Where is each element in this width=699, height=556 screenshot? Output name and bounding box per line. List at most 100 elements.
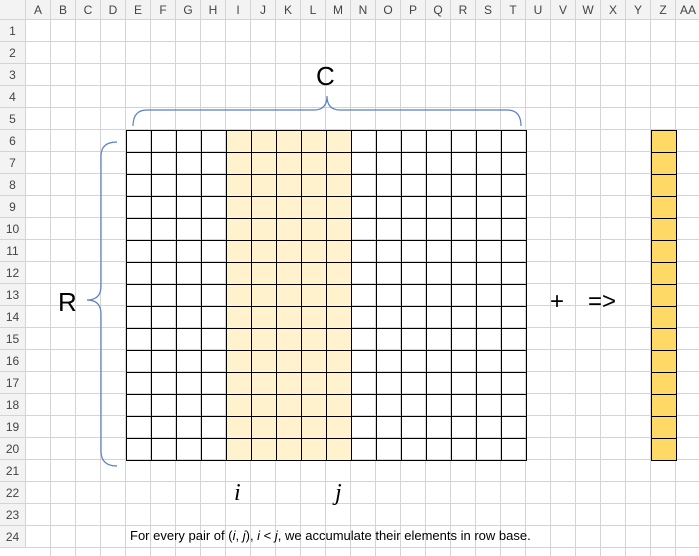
matrix-cell[interactable] xyxy=(251,130,277,153)
matrix-cell[interactable] xyxy=(401,130,427,153)
matrix-cell[interactable] xyxy=(476,328,502,351)
matrix-cell[interactable] xyxy=(376,174,402,197)
matrix-cell[interactable] xyxy=(376,218,402,241)
matrix-cell[interactable] xyxy=(151,438,177,461)
matrix-cell[interactable] xyxy=(351,306,377,329)
matrix-cell[interactable] xyxy=(376,416,402,439)
matrix-cell[interactable] xyxy=(251,240,277,263)
matrix-cell[interactable] xyxy=(301,196,327,219)
matrix-cell[interactable] xyxy=(401,394,427,417)
matrix-cell[interactable] xyxy=(126,174,152,197)
matrix-cell[interactable] xyxy=(351,438,377,461)
matrix-cell[interactable] xyxy=(451,394,477,417)
matrix-cell[interactable] xyxy=(451,130,477,153)
result-cell[interactable] xyxy=(651,328,677,351)
matrix-cell[interactable] xyxy=(226,438,252,461)
matrix-cell[interactable] xyxy=(301,438,327,461)
matrix-cell[interactable] xyxy=(201,394,227,417)
result-cell[interactable] xyxy=(651,350,677,373)
matrix-cell[interactable] xyxy=(301,350,327,373)
matrix-cell[interactable] xyxy=(251,372,277,395)
matrix-cell[interactable] xyxy=(476,262,502,285)
matrix-cell[interactable] xyxy=(251,284,277,307)
matrix-cell[interactable] xyxy=(501,394,527,417)
matrix-cell[interactable] xyxy=(376,284,402,307)
matrix-cell[interactable] xyxy=(126,130,152,153)
matrix-cell[interactable] xyxy=(151,328,177,351)
matrix-cell[interactable] xyxy=(501,262,527,285)
matrix-cell[interactable] xyxy=(401,328,427,351)
matrix-cell[interactable] xyxy=(376,130,402,153)
matrix-cell[interactable] xyxy=(451,196,477,219)
result-cell[interactable] xyxy=(651,416,677,439)
matrix-cell[interactable] xyxy=(326,240,352,263)
matrix-cell[interactable] xyxy=(126,196,152,219)
matrix-cell[interactable] xyxy=(251,416,277,439)
matrix-cell[interactable] xyxy=(326,372,352,395)
matrix-cell[interactable] xyxy=(401,284,427,307)
matrix-cell[interactable] xyxy=(501,416,527,439)
matrix-cell[interactable] xyxy=(226,262,252,285)
matrix-cell[interactable] xyxy=(226,328,252,351)
result-cell[interactable] xyxy=(651,262,677,285)
matrix-cell[interactable] xyxy=(151,416,177,439)
matrix-cell[interactable] xyxy=(401,438,427,461)
matrix-cell[interactable] xyxy=(476,394,502,417)
matrix-cell[interactable] xyxy=(301,284,327,307)
matrix-cell[interactable] xyxy=(351,174,377,197)
matrix-cell[interactable] xyxy=(501,174,527,197)
matrix-cell[interactable] xyxy=(401,240,427,263)
matrix-cell[interactable] xyxy=(376,372,402,395)
matrix-cell[interactable] xyxy=(151,262,177,285)
matrix-cell[interactable] xyxy=(476,240,502,263)
matrix-cell[interactable] xyxy=(251,262,277,285)
matrix-cell[interactable] xyxy=(301,174,327,197)
matrix-cell[interactable] xyxy=(251,328,277,351)
matrix-cell[interactable] xyxy=(126,306,152,329)
matrix-cell[interactable] xyxy=(201,372,227,395)
matrix-cell[interactable] xyxy=(226,196,252,219)
matrix-cell[interactable] xyxy=(201,262,227,285)
matrix-cell[interactable] xyxy=(426,306,452,329)
matrix-cell[interactable] xyxy=(451,152,477,175)
matrix-cell[interactable] xyxy=(226,372,252,395)
matrix-cell[interactable] xyxy=(276,328,302,351)
result-cell[interactable] xyxy=(651,284,677,307)
matrix-cell[interactable] xyxy=(326,262,352,285)
matrix-cell[interactable] xyxy=(426,372,452,395)
matrix-cell[interactable] xyxy=(476,284,502,307)
matrix-cell[interactable] xyxy=(501,130,527,153)
matrix-cell[interactable] xyxy=(276,394,302,417)
matrix-cell[interactable] xyxy=(201,438,227,461)
matrix-cell[interactable] xyxy=(301,218,327,241)
matrix-cell[interactable] xyxy=(401,174,427,197)
matrix-cell[interactable] xyxy=(451,174,477,197)
matrix-cell[interactable] xyxy=(351,350,377,373)
matrix-cell[interactable] xyxy=(376,438,402,461)
matrix-cell[interactable] xyxy=(351,372,377,395)
result-cell[interactable] xyxy=(651,438,677,461)
matrix-cell[interactable] xyxy=(451,372,477,395)
matrix-cell[interactable] xyxy=(126,438,152,461)
matrix-cell[interactable] xyxy=(151,152,177,175)
matrix-cell[interactable] xyxy=(176,394,202,417)
matrix-cell[interactable] xyxy=(126,416,152,439)
matrix-cell[interactable] xyxy=(126,262,152,285)
matrix-cell[interactable] xyxy=(476,152,502,175)
matrix-cell[interactable] xyxy=(126,152,152,175)
matrix-cell[interactable] xyxy=(151,306,177,329)
matrix-cell[interactable] xyxy=(451,262,477,285)
matrix-cell[interactable] xyxy=(351,218,377,241)
matrix-cell[interactable] xyxy=(376,262,402,285)
matrix-cell[interactable] xyxy=(476,416,502,439)
matrix-cell[interactable] xyxy=(376,350,402,373)
matrix-cell[interactable] xyxy=(451,416,477,439)
matrix-cell[interactable] xyxy=(376,152,402,175)
matrix-cell[interactable] xyxy=(151,174,177,197)
matrix-cell[interactable] xyxy=(201,350,227,373)
matrix-cell[interactable] xyxy=(176,262,202,285)
matrix-cell[interactable] xyxy=(351,262,377,285)
matrix-cell[interactable] xyxy=(376,240,402,263)
matrix-cell[interactable] xyxy=(351,328,377,351)
matrix-cell[interactable] xyxy=(401,152,427,175)
